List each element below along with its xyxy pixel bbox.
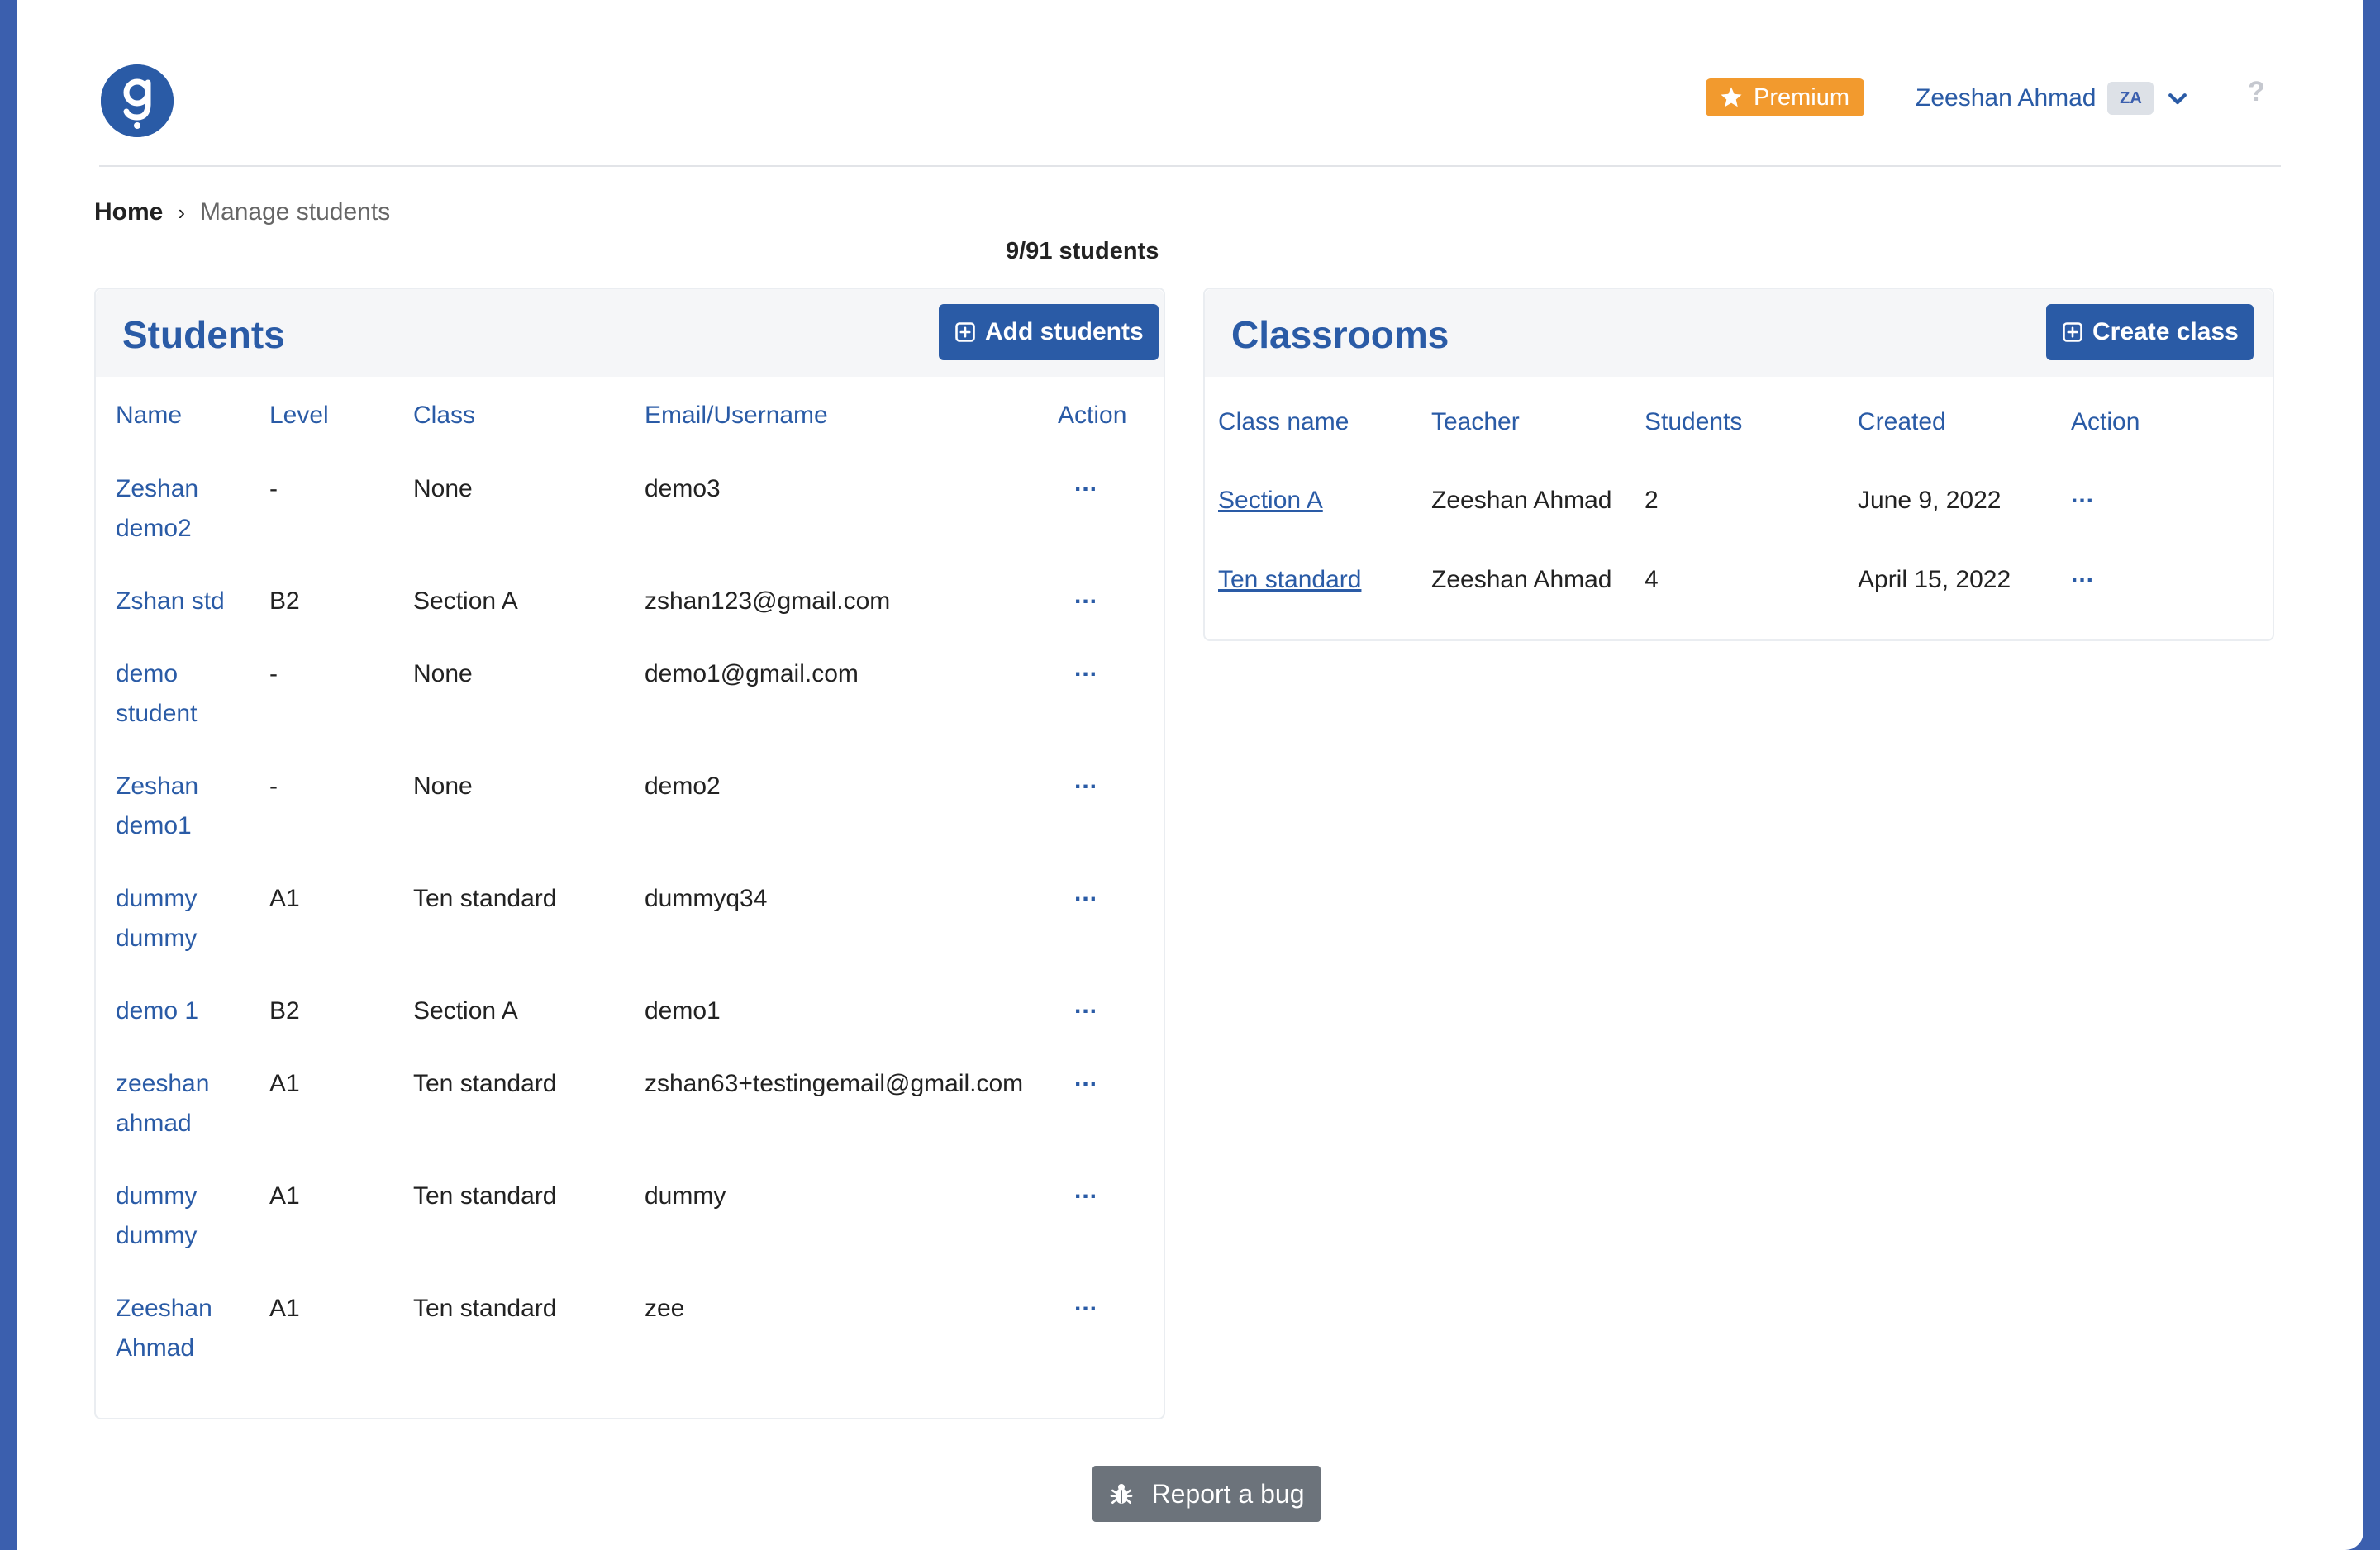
student-level: B2 [269,587,300,615]
create-class-label: Create class [2092,318,2239,345]
student-level: A1 [269,1182,300,1210]
more-actions-icon[interactable]: ... [1074,1177,1097,1205]
student-level: A1 [269,1295,300,1322]
chevron-right-icon: › [178,199,186,225]
student-name[interactable]: Zeeshan Ahmad [116,1289,212,1368]
col-header-action: Action [1058,402,1127,429]
add-students-button[interactable]: Add students [939,304,1159,360]
col-header-action: Action [2071,408,2140,435]
student-name[interactable]: dummy dummy [116,1177,197,1256]
help-icon[interactable]: ? [2248,76,2265,108]
breadcrumb-current: Manage students [200,198,391,226]
student-name[interactable]: demo 1 [116,991,198,1031]
report-bug-button[interactable]: Report a bug [1092,1466,1321,1522]
logo-g-icon [101,64,174,137]
breadcrumb-home[interactable]: Home [94,198,163,226]
col-header-created[interactable]: Created [1858,408,1946,436]
col-header-email[interactable]: Email/Username [645,402,828,430]
student-class: Section A [413,587,518,615]
more-actions-icon[interactable]: ... [2071,560,2094,588]
col-header-teacher[interactable]: Teacher [1431,408,1520,436]
student-level: A1 [269,1070,300,1097]
student-email: zee [645,1295,685,1322]
class-created: June 9, 2022 [1858,487,2002,514]
student-class: Ten standard [413,885,557,912]
more-actions-icon[interactable]: ... [1074,991,1097,1020]
student-class: Section A [413,997,518,1025]
classrooms-title: Classrooms [1231,313,1449,356]
plus-square-icon [2063,322,2082,342]
student-name[interactable]: demo student [116,654,197,734]
col-header-class[interactable]: Class [413,402,475,430]
more-actions-icon[interactable]: ... [1074,1289,1097,1317]
student-name[interactable]: Zeshan demo2 [116,469,198,549]
more-actions-icon[interactable]: ... [1074,879,1097,907]
student-class: Ten standard [413,1070,557,1097]
student-name[interactable]: Zeshan demo1 [116,767,198,846]
students-panel-header: Students Add students [96,289,1164,377]
student-email: dummyq34 [645,885,768,912]
user-name: Zeeshan Ahmad [1916,84,2097,112]
col-header-class-name[interactable]: Class name [1218,408,1349,436]
page: Premium Zeeshan Ahmad ZA ? Home › Manage… [17,0,2363,1550]
user-menu[interactable]: Zeeshan Ahmad ZA [1916,78,2190,118]
plus-square-icon [955,322,975,342]
class-student-count: 2 [1645,487,1659,514]
more-actions-icon[interactable]: ... [2071,481,2094,509]
more-actions-icon[interactable]: ... [1074,469,1097,497]
student-class: None [413,773,473,800]
chevron-down-icon[interactable] [2165,86,2190,111]
students-panel: Students Add students Name Level Class E… [94,288,1165,1419]
header-divider [99,165,2281,167]
student-name[interactable]: Zshan std [116,582,225,621]
class-name-link[interactable]: Section A [1218,481,1323,521]
breadcrumb: Home › Manage students [94,198,390,226]
student-name[interactable]: dummy dummy [116,879,197,958]
classrooms-panel-header: Classrooms Create class [1205,289,2273,377]
class-teacher: Zeeshan Ahmad [1431,487,1612,514]
student-email: demo2 [645,773,721,800]
student-level: A1 [269,885,300,912]
student-level: - [269,773,278,800]
students-title: Students [122,313,285,356]
student-email: demo3 [645,475,721,502]
class-teacher: Zeeshan Ahmad [1431,566,1612,593]
col-header-name[interactable]: Name [116,402,182,430]
avatar: ZA [2107,82,2154,115]
student-name[interactable]: zeeshan ahmad [116,1064,209,1143]
col-header-students[interactable]: Students [1645,408,1742,436]
student-class: Ten standard [413,1182,557,1210]
student-email: zshan123@gmail.com [645,587,891,615]
more-actions-icon[interactable]: ... [1074,582,1097,610]
student-class: None [413,475,473,502]
class-student-count: 4 [1645,566,1659,593]
student-level: - [269,475,278,502]
more-actions-icon[interactable]: ... [1074,654,1097,682]
premium-badge[interactable]: Premium [1706,78,1865,116]
student-level: - [269,660,278,687]
classrooms-panel: Classrooms Create class Class name Teach… [1203,288,2274,641]
bug-icon [1111,1484,1133,1504]
app-logo[interactable] [101,64,174,137]
student-count: 9/91 students [1006,238,1159,264]
premium-label: Premium [1754,83,1850,111]
student-email: dummy [645,1182,726,1210]
add-students-label: Add students [985,318,1144,345]
student-class: Ten standard [413,1295,557,1322]
report-bug-label: Report a bug [1151,1478,1305,1509]
more-actions-icon[interactable]: ... [1074,1064,1097,1092]
create-class-button[interactable]: Create class [2046,304,2254,360]
col-header-level[interactable]: Level [269,402,329,430]
class-name-link[interactable]: Ten standard [1218,560,1361,600]
student-email: zshan63+testingemail@gmail.com [645,1070,1024,1097]
star-icon [1721,87,1742,107]
student-email: demo1@gmail.com [645,660,859,687]
student-class: None [413,660,473,687]
more-actions-icon[interactable]: ... [1074,767,1097,795]
student-level: B2 [269,997,300,1025]
student-email: demo1 [645,997,721,1025]
class-created: April 15, 2022 [1858,566,2011,593]
